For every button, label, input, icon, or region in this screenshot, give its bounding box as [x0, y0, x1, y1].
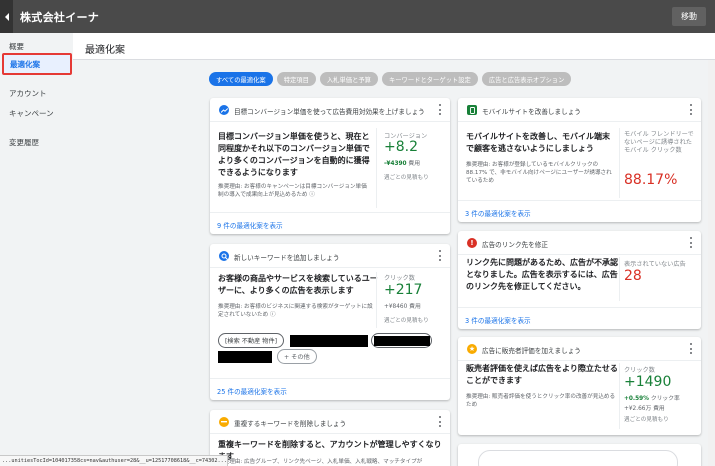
card-title: モバイルサイトを改善しましょう: [482, 108, 581, 116]
error-icon: !: [467, 238, 477, 248]
status-bar-url: ...unitiesTocId=104017358cs=nav&authuser…: [0, 455, 228, 466]
back-button[interactable]: [0, 0, 13, 33]
recommendation-card-partial: [458, 444, 701, 466]
keyword-chip[interactable]: [検索 不動産 物件]: [218, 333, 285, 348]
card-headline: 販売者評価を使えば広告をより際立たせることができます: [466, 364, 618, 385]
keyword-chip-redacted[interactable]: [371, 333, 432, 348]
help-icon[interactable]: ⓘ: [270, 312, 276, 318]
preview-frame: [478, 450, 678, 466]
recommendation-card-keywords: 新しいキーワードを追加しましょう お客様の商品やサービスを検索しているユーザーに…: [210, 244, 450, 400]
card-reason: 推奨理由: お客様が登録しているモバイルクリックの88.17% で、非モバイル向…: [466, 162, 612, 184]
card-title: 広告に販売者評価を加えましょう: [482, 347, 581, 355]
sidebar-item-account[interactable]: アカウント: [9, 88, 47, 99]
sidebar-nav: 概要 最適化案 アカウント キャンペーン 変更履歴: [0, 33, 73, 466]
card-reason: 推奨理由: お客様のビジネスに関連する検索がターゲットに設定されていないため ⓘ: [218, 304, 373, 318]
help-icon[interactable]: ⓘ: [309, 192, 315, 198]
more-vert-icon[interactable]: [689, 237, 693, 248]
metric-note: 週ごとの見積もり: [384, 175, 429, 181]
search-icon: [219, 251, 229, 261]
card-headline: お客様の商品やサービスを検索しているユーザーに、より多くの広告を表示します: [218, 274, 378, 295]
metric-cost: +¥8460 費用: [384, 304, 421, 310]
card-reason: 推奨理由: 広告グループ、リンク先ページ、入札単価、入札戦略、マッチタイプが: [218, 459, 423, 465]
view-recommendations-link[interactable]: 3 件の最適化案を表示: [465, 315, 531, 325]
metric-label: クリック数: [384, 275, 415, 282]
recommendation-card-fix-link: ! 広告のリンク先を修正 リンク先に問題があるため、広告が不承認となりました。広…: [458, 231, 701, 329]
more-vert-icon[interactable]: [438, 250, 442, 261]
page-header: 最適化案: [73, 33, 715, 60]
card-reason: 推奨理由: 販売者評価を使うとクリック率の改善が見込めるため: [466, 394, 616, 408]
star-icon: ★: [467, 344, 477, 354]
page-title: 最適化案: [85, 45, 125, 56]
card-headline: リンク先に問題があるため、広告が不承認となりました。広告を表示するには、広告のリ…: [466, 258, 618, 291]
chip-bids-budgets[interactable]: 入札単価と予算: [319, 72, 378, 86]
chip-specific[interactable]: 特定項目: [276, 72, 316, 86]
more-keywords-chip[interactable]: + その他: [277, 349, 317, 364]
redacted-keyword: [218, 351, 272, 363]
card-headline: 目標コンバージョン単価を使うと、現在と同程度かそれ以下のコンバージョン単価でより…: [218, 132, 370, 177]
more-vert-icon[interactable]: [438, 416, 442, 427]
phone-icon: [467, 105, 477, 115]
metric-cost: +¥2.66万 費用: [624, 406, 665, 412]
view-recommendations-link[interactable]: 9 件の最適化案を表示: [217, 220, 283, 230]
card-title: 目標コンバージョン単価を使って広告費用対効果を上げましょう: [234, 108, 425, 116]
chip-ads-extensions[interactable]: 広告と広告表示オプション: [481, 72, 572, 86]
metric-value: +8.2: [384, 139, 418, 155]
card-headline: モバイルサイトを改善し、モバイル端末で顧客を逃さないようにしましょう: [466, 132, 610, 153]
sidebar-item-overview[interactable]: 概要: [9, 41, 24, 52]
card-title: 重複するキーワードを削除しましょう: [234, 420, 347, 428]
metric-value: +217: [384, 282, 423, 298]
metric-cost: -¥4390 費用: [384, 161, 421, 167]
chip-keywords-targeting[interactable]: キーワードとターゲット設定: [381, 72, 478, 86]
recommendation-card-duplicate-keywords: 重複するキーワードを削除しましょう 重複キーワードを削除すると、アカウントが管理…: [210, 410, 450, 466]
recommendation-card-target-cpa: 目標コンバージョン単価を使って広告費用対効果を上げましょう 目標コンバージョン単…: [210, 98, 450, 234]
chevron-left-icon: [4, 12, 9, 21]
metric-value: +1490: [624, 374, 672, 390]
more-vert-icon[interactable]: [438, 104, 442, 115]
chip-all[interactable]: すべての最適化案: [209, 72, 273, 86]
minus-icon: [219, 417, 229, 427]
filter-chips: すべての最適化案 特定項目 入札単価と予算 キーワードとターゲット設定 広告と広…: [209, 72, 572, 86]
sidebar-item-campaigns[interactable]: キャンペーン: [9, 108, 54, 119]
card-title: 新しいキーワードを追加しましょう: [234, 254, 340, 262]
metric-ctr: +0.59% クリック率: [624, 396, 680, 402]
metric-value: 88.17%: [624, 172, 678, 188]
metric-label: 表示されていない広告: [624, 261, 686, 268]
top-bar: 株式会社イーナ 移動: [0, 0, 715, 33]
card-reason: 推奨理由: お客様のキャンペーンは目標コンバージョン単価制の導入で成果向上が見込…: [218, 184, 367, 198]
move-button[interactable]: 移動: [672, 7, 706, 26]
sidebar-item-change-history[interactable]: 変更履歴: [9, 137, 39, 148]
metric-note: 週ごとの見積もり: [624, 417, 669, 423]
view-recommendations-link[interactable]: 25 件の最適化案を表示: [217, 386, 287, 396]
metric-note: 週ごとの見積もり: [384, 318, 429, 324]
trend-up-icon: [219, 105, 229, 115]
scrollbar[interactable]: [708, 60, 715, 466]
card-title: 広告のリンク先を修正: [482, 241, 548, 249]
metric-label: クリック数: [624, 367, 655, 374]
account-name: 株式会社イーナ: [20, 10, 100, 24]
sidebar-item-recommendations[interactable]: 最適化案: [2, 53, 72, 75]
redacted-keyword: [290, 335, 368, 347]
view-recommendations-link[interactable]: 3 件の最適化案を表示: [465, 208, 531, 218]
metric-label: モバイル フレンドリーでないページに誘導されたモバイル クリック数: [624, 131, 694, 154]
recommendation-card-mobile: モバイルサイトを改善しましょう モバイルサイトを改善し、モバイル端末で顧客を逃さ…: [458, 98, 701, 222]
more-vert-icon[interactable]: [689, 104, 693, 115]
metric-value: 28: [624, 268, 642, 284]
recommendation-card-seller-ratings: ★ 広告に販売者評価を加えましょう 販売者評価を使えば広告をより際立たせることが…: [458, 337, 701, 435]
more-vert-icon[interactable]: [689, 343, 693, 354]
